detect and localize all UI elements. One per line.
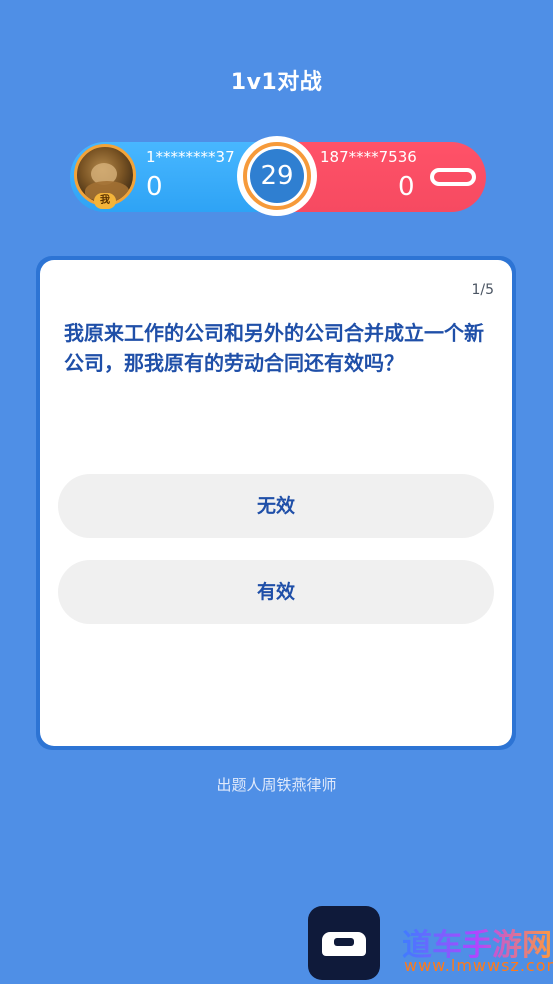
option-button-invalid[interactable]: 无效 (58, 474, 494, 538)
player2-name: 187****7536 (320, 148, 417, 166)
opponent-logo-icon (430, 168, 476, 186)
watermark-logo-icon (308, 906, 380, 980)
question-progress: 1/5 (471, 282, 494, 298)
question-author: 出题人周铁燕律师 (216, 776, 337, 794)
me-badge: 我 (94, 193, 116, 209)
player1-score: 0 (146, 172, 163, 202)
car-icon (322, 932, 366, 956)
page-title: 1v1对战 (230, 70, 323, 95)
countdown-timer: 29 (237, 136, 317, 216)
player1-name: 1********37 (146, 148, 235, 166)
question-text: 我原来工作的公司和另外的公司合并成立一个新公司，那我原有的劳动合同还有效吗？ (64, 321, 484, 375)
watermark-url: www.lmwwsz.com (404, 956, 553, 975)
question-card: 1/5 我原来工作的公司和另外的公司合并成立一个新公司，那我原有的劳动合同还有效… (40, 260, 512, 746)
player2-score: 0 (398, 172, 415, 202)
option-button-valid[interactable]: 有效 (58, 560, 494, 624)
timer-value: 29 (250, 149, 304, 203)
